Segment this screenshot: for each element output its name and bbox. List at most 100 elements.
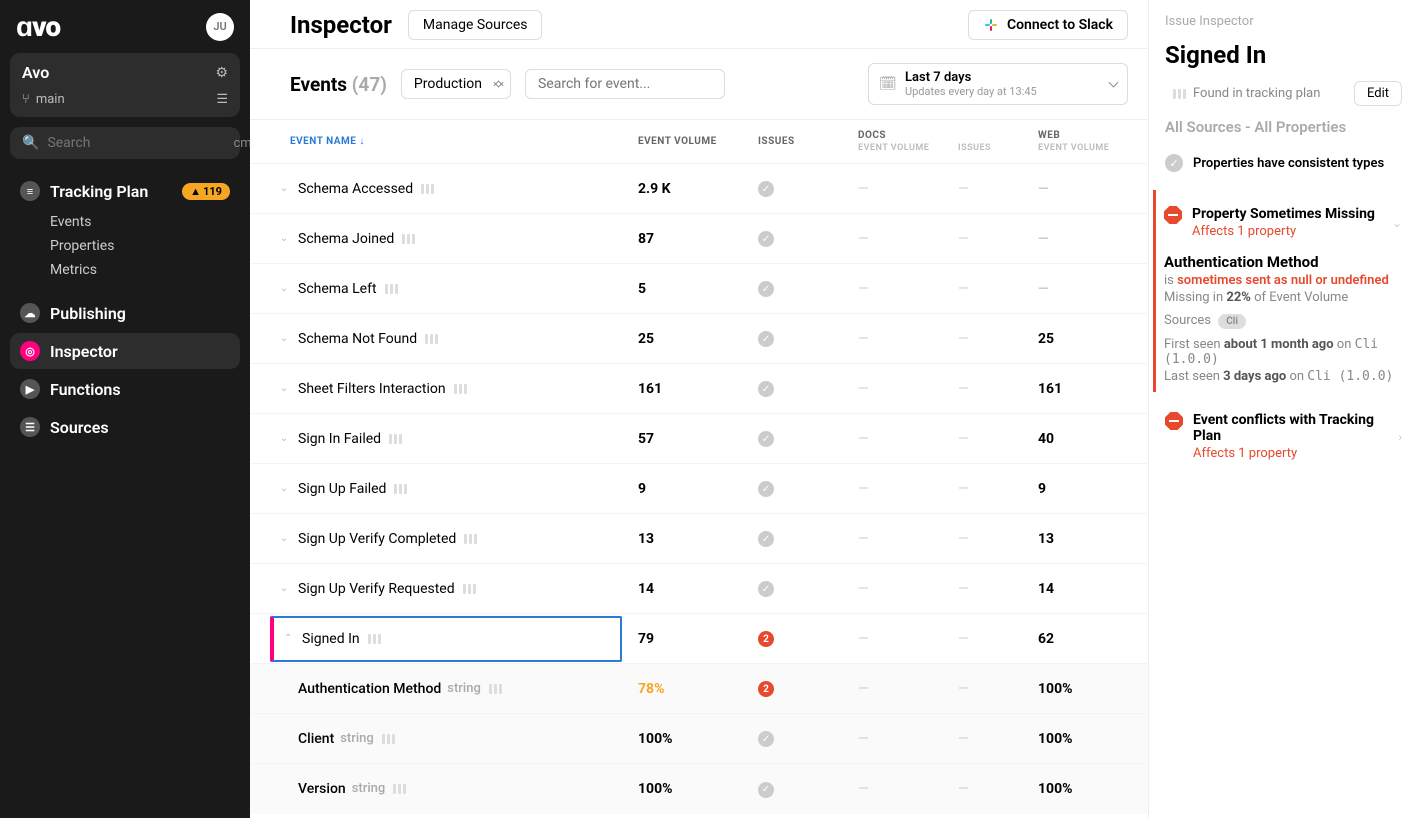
sidebar-search[interactable]: 🔍 cmd+k [10, 127, 240, 159]
property-issues: ✓ [750, 764, 850, 814]
avatar[interactable]: JU [206, 13, 234, 41]
event-volume: 13 [630, 514, 750, 564]
issue1-property-name: Authentication Method [1164, 253, 1402, 271]
event-issues: ✓ [750, 314, 850, 364]
nav-sources[interactable]: ☰ Sources [10, 409, 240, 445]
table-row[interactable]: ⌄Schema Joined87✓——— [250, 214, 1148, 264]
docs-volume: — [850, 614, 950, 664]
sources-icon: ☰ [20, 417, 40, 437]
connect-slack-button[interactable]: Connect to Slack [968, 10, 1128, 40]
tracking-plan-icon-small [389, 434, 403, 444]
expand-icon[interactable]: ⌄ [280, 333, 290, 344]
subnav-events[interactable]: Events [50, 211, 240, 233]
date-range-label: Last 7 days [905, 70, 1097, 85]
date-range-sub: Updates every day at 13:45 [905, 85, 1097, 98]
col-event-name[interactable]: EVENT NAME ↓ [250, 120, 630, 164]
expand-icon[interactable]: ⌄ [280, 533, 290, 544]
table-row[interactable]: ⌄Sign Up Verify Completed13✓——13 [250, 514, 1148, 564]
nav-tracking-plan[interactable]: ≡ Tracking Plan ▲ 119 [10, 173, 240, 209]
event-issues: ✓ [750, 514, 850, 564]
col-event-volume: EVENT VOLUME [630, 120, 750, 164]
table-row[interactable]: ⌄Schema Not Found25✓——25 [250, 314, 1148, 364]
nav-publishing[interactable]: ☁ Publishing [10, 295, 240, 331]
property-row[interactable]: Authentication Methodstring78%2——100% [250, 664, 1148, 714]
expand-icon[interactable]: ⌄ [280, 183, 290, 194]
issue-ok-icon: ✓ [758, 231, 774, 247]
tracking-plan-icon-small [463, 584, 477, 594]
table-row[interactable]: ⌄Schema Left5✓——— [250, 264, 1148, 314]
branch-name: main [36, 92, 217, 107]
env-select[interactable]: Production [401, 69, 511, 99]
table-row[interactable]: ⌃Signed In792——62 [250, 614, 1148, 664]
property-web-volume: 100% [1030, 714, 1148, 764]
event-volume: 161 [630, 364, 750, 414]
event-name: Schema Not Found [298, 331, 417, 347]
expand-icon[interactable]: ⌄ [280, 383, 290, 394]
table-row[interactable]: ⌄Sign Up Verify Requested14✓——14 [250, 564, 1148, 614]
event-volume: 9 [630, 464, 750, 514]
event-search-input[interactable] [525, 69, 725, 99]
event-volume: 14 [630, 564, 750, 614]
subnav-properties[interactable]: Properties [50, 235, 240, 257]
property-row[interactable]: Versionstring100%✓——100% [250, 764, 1148, 814]
check-ok-icon: ✓ [1165, 154, 1183, 172]
calendar-icon: 🗓 [879, 76, 897, 92]
branch-menu-icon[interactable]: ☰ [216, 92, 228, 107]
expand-icon[interactable]: ⌄ [280, 283, 290, 294]
property-docs-volume: — [850, 664, 950, 714]
expand-icon[interactable]: ⌄ [280, 483, 290, 494]
table-row[interactable]: ⌄Sheet Filters Interaction161✓——161 [250, 364, 1148, 414]
issue-conflicts-tracking-plan[interactable]: Event conflicts with Tracking Plan Affec… [1165, 404, 1402, 469]
property-docs-issues: — [950, 664, 1030, 714]
table-row[interactable]: ⌄Sign In Failed57✓——40 [250, 414, 1148, 464]
issue-property-missing-header[interactable]: Property Sometimes Missing Affects 1 pro… [1164, 198, 1402, 247]
issue-count-badge: 2 [758, 681, 774, 697]
manage-sources-button[interactable]: Manage Sources [408, 10, 543, 40]
web-volume: — [1030, 164, 1148, 214]
gear-icon[interactable]: ⚙ [215, 65, 228, 81]
expand-icon[interactable]: ⌄ [280, 583, 290, 594]
functions-icon: ▶ [20, 379, 40, 399]
subnav-metrics[interactable]: Metrics [50, 259, 240, 281]
event-issues: ✓ [750, 264, 850, 314]
sidebar-search-input[interactable] [47, 135, 225, 151]
stop-icon [1165, 412, 1183, 430]
inspector-icon: ◎ [20, 341, 40, 361]
branch-icon [22, 92, 36, 107]
docs-volume: — [850, 214, 950, 264]
property-docs-issues: — [950, 764, 1030, 814]
tracking-plan-icon-small [464, 534, 478, 544]
panel-title: Signed In [1165, 41, 1402, 69]
docs-volume: — [850, 164, 950, 214]
tracking-plan-badge: ▲ 119 [182, 183, 230, 200]
event-name: Signed In [302, 631, 360, 647]
tracking-plan-icon-small [421, 184, 435, 194]
property-row[interactable]: Clientstring100%✓——100% [250, 714, 1148, 764]
nav-functions-label: Functions [50, 380, 121, 399]
table-row[interactable]: ⌄Schema Accessed2.9 K✓——— [250, 164, 1148, 214]
workspace-card[interactable]: Avo ⚙ main ☰ [10, 53, 240, 117]
property-web-volume: 100% [1030, 764, 1148, 814]
web-volume: 9 [1030, 464, 1148, 514]
expand-icon[interactable]: ⌄ [280, 233, 290, 244]
nav-inspector[interactable]: ◎ Inspector [10, 333, 240, 369]
expand-icon[interactable]: ⌃ [284, 633, 294, 644]
events-table-wrap[interactable]: EVENT NAME ↓ EVENT VOLUME ISSUES DocsEVE… [250, 120, 1148, 818]
main-content: Inspector Manage Sources Connect to Slac… [250, 0, 1148, 818]
issue1-title: Property Sometimes Missing [1192, 206, 1382, 222]
panel-filters[interactable]: All Sources - All Properties [1165, 118, 1402, 136]
expand-icon[interactable]: ⌄ [280, 433, 290, 444]
tracking-plan-icon-small [394, 484, 408, 494]
date-range-select[interactable]: 🗓 Last 7 days Updates every day at 13:45 [868, 63, 1128, 105]
nav-functions[interactable]: ▶ Functions [10, 371, 240, 407]
workspace-name: Avo [22, 63, 49, 82]
issue2-affects: Affects 1 property [1193, 446, 1388, 461]
event-volume: 25 [630, 314, 750, 364]
chevron-right-icon: › [1398, 430, 1402, 444]
table-row[interactable]: ⌄Sign Up Failed9✓——9 [250, 464, 1148, 514]
property-docs-volume: — [850, 764, 950, 814]
topbar: Inspector Manage Sources Connect to Slac… [250, 0, 1148, 49]
slack-icon [983, 17, 999, 33]
edit-button[interactable]: Edit [1354, 81, 1402, 106]
issue-panel: Issue Inspector Signed In Found in track… [1148, 0, 1418, 818]
